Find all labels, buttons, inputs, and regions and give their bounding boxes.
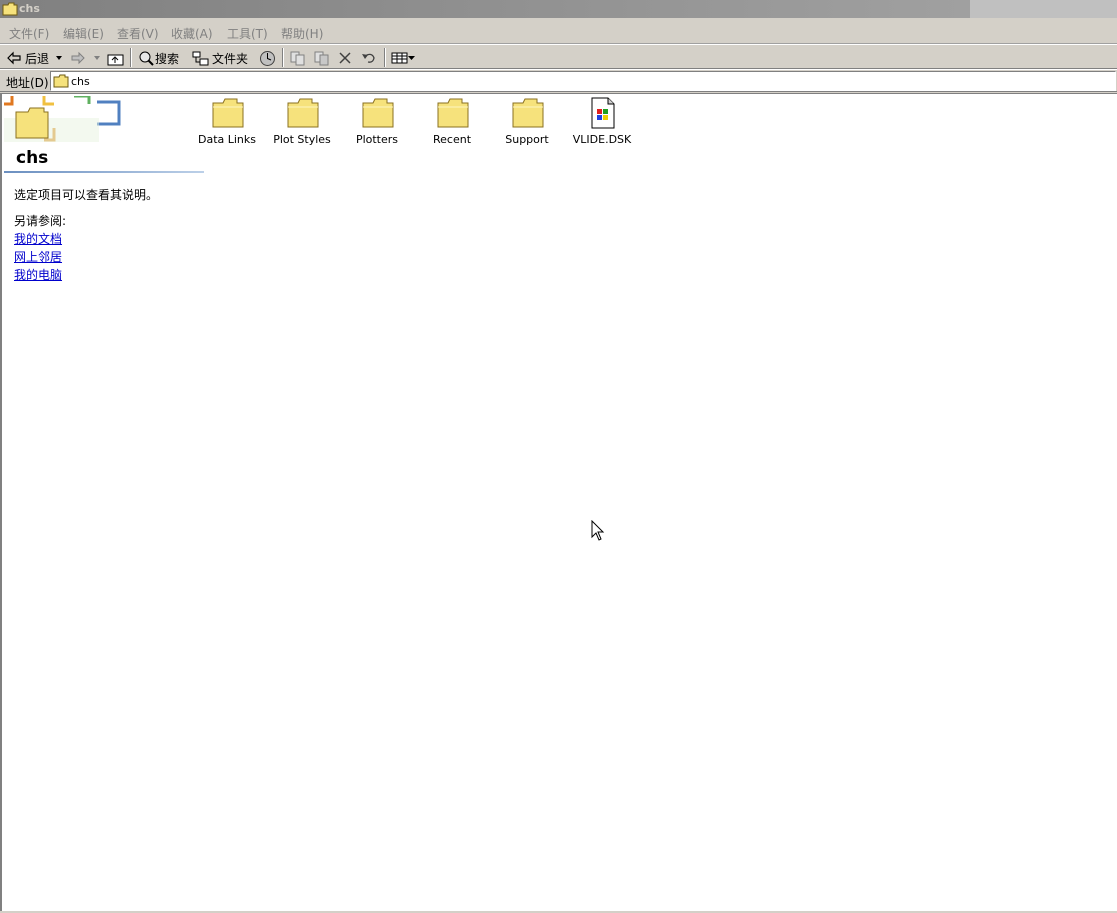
copy-to-button[interactable] xyxy=(313,48,330,68)
menu-favorites[interactable]: 收藏(A) xyxy=(171,25,213,42)
forward-dropdown[interactable] xyxy=(93,48,101,68)
see-also-heading: 另请参阅: xyxy=(14,214,67,228)
up-folder-icon xyxy=(107,54,124,65)
mouse-cursor-icon xyxy=(591,520,605,541)
file-item-recent[interactable]: Recent xyxy=(412,94,492,154)
sidebar-description: 选定项目可以查看其说明。 xyxy=(14,188,159,202)
chevron-down-icon xyxy=(56,56,62,60)
toolbar: 后退 搜索 文件夹 xyxy=(0,44,1117,69)
title-bar-active xyxy=(0,0,970,18)
back-label: 后退 xyxy=(25,51,50,66)
folder-icon xyxy=(212,98,244,128)
file-item-plot-styles[interactable]: Plot Styles xyxy=(262,94,342,154)
menu-help[interactable]: 帮助(H) xyxy=(281,25,323,42)
folder-banner-icon xyxy=(4,96,121,142)
address-input[interactable]: chs xyxy=(50,71,1116,91)
file-name: Recent xyxy=(432,133,472,146)
views-button[interactable] xyxy=(391,48,415,68)
history-button[interactable] xyxy=(259,48,276,68)
up-folder-button[interactable] xyxy=(107,48,124,68)
folder-icon xyxy=(362,98,394,128)
search-label: 搜索 xyxy=(155,51,180,66)
sidebar-title: chs xyxy=(16,148,49,168)
folder-icon xyxy=(53,74,69,88)
menu-view[interactable]: 查看(V) xyxy=(117,25,159,42)
windows-file-icon xyxy=(591,97,615,129)
menu-tools[interactable]: 工具(T) xyxy=(227,25,268,42)
back-arrow-icon xyxy=(7,51,21,65)
back-button[interactable]: 后退 xyxy=(6,48,49,68)
folders-label: 文件夹 xyxy=(212,51,249,66)
menu-edit[interactable]: 编辑(E) xyxy=(63,25,104,42)
link-my-documents[interactable]: 我的文档 xyxy=(14,230,62,247)
toolbar-separator xyxy=(130,48,132,67)
delete-icon xyxy=(339,52,351,64)
search-icon xyxy=(139,51,154,66)
toolbar-separator xyxy=(384,48,386,67)
title-bar[interactable]: chs xyxy=(0,0,1117,18)
file-name: Plotters xyxy=(355,133,399,146)
file-item-vlide-dsk[interactable]: VLIDE.DSK xyxy=(562,94,642,154)
folder-icon xyxy=(512,98,544,128)
file-name: Data Links xyxy=(197,133,257,146)
menu-file[interactable]: 文件(F) xyxy=(9,25,49,42)
move-to-button[interactable] xyxy=(289,48,306,68)
back-dropdown[interactable] xyxy=(55,48,63,68)
link-my-computer[interactable]: 我的电脑 xyxy=(14,266,62,283)
sidebar-banner: chs xyxy=(4,96,204,173)
address-value: chs xyxy=(71,75,90,88)
folder-icon xyxy=(287,98,319,128)
link-network-places[interactable]: 网上邻居 xyxy=(14,248,62,265)
chevron-down-icon xyxy=(94,56,100,60)
file-name: VLIDE.DSK xyxy=(572,133,632,146)
forward-button[interactable] xyxy=(70,48,86,68)
copy-to-icon xyxy=(314,51,329,66)
file-item-data-links[interactable]: Data Links xyxy=(187,94,267,154)
file-name: Plot Styles xyxy=(273,133,331,146)
file-item-plotters[interactable]: Plotters xyxy=(337,94,417,154)
history-icon xyxy=(260,50,275,66)
file-item-support[interactable]: Support xyxy=(487,94,567,154)
window-title: chs xyxy=(19,2,40,15)
folder-icon xyxy=(2,2,18,16)
delete-button[interactable] xyxy=(338,48,352,68)
folders-icon xyxy=(192,51,209,65)
forward-arrow-icon xyxy=(71,51,85,65)
folders-button[interactable]: 文件夹 xyxy=(192,48,248,68)
sidebar-divider xyxy=(4,171,204,173)
undo-button[interactable] xyxy=(361,48,377,68)
search-button[interactable]: 搜索 xyxy=(138,48,179,68)
folder-icon xyxy=(437,98,469,128)
undo-icon xyxy=(362,53,375,63)
move-to-icon xyxy=(290,51,305,66)
address-bar: 地址(D) chs xyxy=(0,69,1117,92)
chevron-down-icon xyxy=(408,55,415,60)
folder-view[interactable]: chs 选定项目可以查看其说明。 另请参阅: 我的文档 网上邻居 我的电脑 Da… xyxy=(0,93,1117,911)
views-icon xyxy=(391,52,408,64)
file-name: Support xyxy=(505,133,549,146)
address-label: 地址(D) xyxy=(6,76,49,90)
menu-bar: 文件(F) 编辑(E) 查看(V) 收藏(A) 工具(T) 帮助(H) xyxy=(0,20,1117,44)
toolbar-separator xyxy=(282,48,284,67)
